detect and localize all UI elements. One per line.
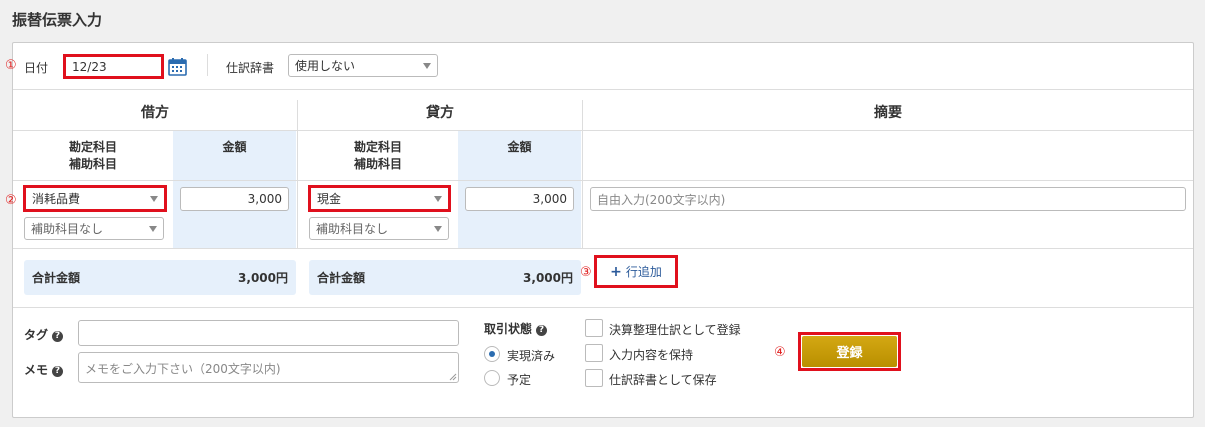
dict-select-value: 使用しない (295, 59, 356, 73)
credit-header: 貸方 (426, 105, 454, 121)
credit-amount-input[interactable]: 3,000 (465, 187, 574, 211)
add-row-button[interactable]: + 行追加 (598, 259, 674, 284)
resize-handle-icon[interactable] (449, 373, 457, 381)
dict-label: 仕訳辞書 (226, 61, 275, 75)
marker-1: ① (5, 58, 17, 73)
tag-input[interactable] (78, 320, 459, 346)
chevron-down-icon (150, 195, 158, 202)
chevron-down-icon (434, 225, 442, 232)
status-radio-realized[interactable] (484, 346, 500, 362)
help-icon[interactable]: ? (536, 325, 548, 336)
credit-sub-account-select[interactable]: 補助科目なし (309, 217, 449, 240)
chevron-down-icon (423, 62, 431, 69)
marker-4: ④ (774, 345, 786, 360)
credit-total-label: 合計金額 (317, 271, 366, 285)
date-input[interactable]: 12/23 (66, 57, 161, 76)
add-row-label: 行追加 (625, 265, 662, 279)
checkbox-save-dictionary[interactable] (585, 369, 603, 387)
debit-amount-input[interactable]: 3,000 (180, 187, 289, 211)
account-subheader-line1: 勘定科目 (353, 140, 402, 154)
debit-amount-subheader: 金額 (222, 140, 247, 154)
summary-header: 摘要 (874, 105, 902, 121)
page-title: 振替伝票入力 (12, 11, 103, 29)
column-divider (582, 100, 583, 248)
marker-3: ③ (580, 265, 592, 280)
debit-total-value: 3,000円 (238, 271, 288, 285)
debit-total-label: 合計金額 (32, 271, 81, 285)
account-subheader-line2: 補助科目 (68, 157, 117, 171)
tag-label: タグ? (24, 326, 64, 343)
checkbox-keep-input-label: 入力内容を保持 (609, 348, 694, 362)
status-label: 取引状態? (484, 320, 548, 337)
checkbox-keep-input[interactable] (585, 344, 603, 362)
status-label-text: 取引状態 (484, 322, 533, 336)
debit-header: 借方 (141, 105, 169, 121)
memo-label: メモ? (24, 361, 64, 378)
credit-account-subheader: 勘定科目 補助科目 (298, 139, 458, 173)
dict-select[interactable]: 使用しない (288, 54, 438, 77)
credit-account-value: 現金 (317, 192, 342, 206)
debit-account-select[interactable]: 消耗品費 (26, 188, 164, 209)
divider (13, 248, 1193, 249)
account-subheader-line2: 補助科目 (353, 157, 402, 171)
calendar-icon[interactable] (168, 57, 187, 76)
status-radio-planned[interactable] (484, 370, 500, 386)
marker-2: ② (5, 193, 17, 208)
divider (13, 180, 1193, 181)
status-option-realized: 実現済み (507, 349, 556, 363)
summary-input[interactable]: 自由入力(200文字以内) (590, 187, 1186, 211)
register-button[interactable]: 登録 (802, 336, 897, 367)
date-label: 日付 (24, 61, 49, 75)
chevron-down-icon (149, 225, 157, 232)
debit-account-value: 消耗品費 (32, 192, 81, 206)
debit-sub-account-value: 補助科目なし (31, 222, 104, 236)
credit-total-value: 3,000円 (523, 271, 573, 285)
debit-account-subheader: 勘定科目 補助科目 (13, 139, 173, 173)
checkbox-save-dictionary-label: 仕訳辞書として保存 (609, 373, 717, 387)
divider (13, 89, 1193, 90)
memo-label-text: メモ (24, 363, 49, 377)
help-icon[interactable]: ? (52, 331, 64, 342)
credit-sub-account-value: 補助科目なし (316, 222, 389, 236)
plus-icon: + (610, 263, 622, 280)
debit-total: 合計金額 3,000円 (24, 260, 296, 295)
chevron-down-icon (434, 195, 442, 202)
checkbox-closing-entry-label: 決算整理仕訳として登録 (609, 323, 741, 337)
divider (13, 307, 1193, 308)
credit-total: 合計金額 3,000円 (309, 260, 581, 295)
credit-amount-subheader: 金額 (507, 140, 532, 154)
tag-label-text: タグ (24, 328, 49, 342)
divider (207, 54, 208, 76)
status-option-planned: 予定 (507, 373, 532, 387)
credit-account-select[interactable]: 現金 (311, 188, 448, 209)
debit-sub-account-select[interactable]: 補助科目なし (24, 217, 164, 240)
help-icon[interactable]: ? (52, 366, 64, 377)
column-divider (297, 100, 298, 248)
checkbox-closing-entry[interactable] (585, 319, 603, 337)
account-subheader-line1: 勘定科目 (68, 140, 117, 154)
memo-textarea[interactable]: メモをご入力下さい（200文字以内) (78, 352, 459, 383)
